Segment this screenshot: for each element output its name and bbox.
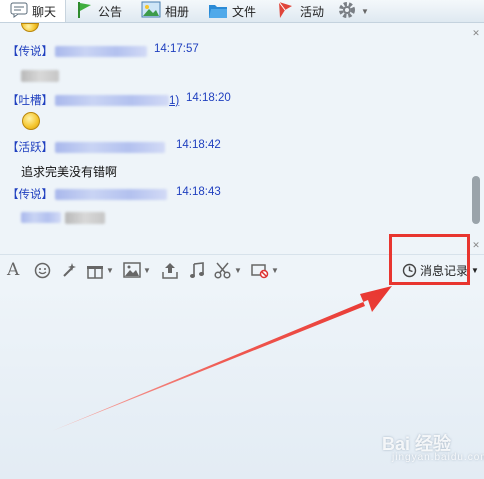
upload-icon [162, 262, 178, 279]
emoji-icon [22, 112, 40, 130]
pin-icon [276, 1, 296, 22]
photo-icon [141, 1, 161, 21]
emoji-icon [21, 23, 39, 32]
chat-history: 【传说】 14:17:57 【吐槽】 1) 14:18:20 【活跃】 14:18… [0, 23, 484, 254]
message-title-tag: 【吐槽】 [7, 95, 53, 107]
image-button[interactable]: ▼ [123, 261, 151, 279]
block-screen-icon [251, 263, 269, 278]
flag-icon [76, 1, 94, 22]
magic-button[interactable] [60, 261, 77, 279]
gear-icon [337, 0, 357, 23]
music-note-icon [190, 261, 204, 278]
message-title-tag: 【活跃】 [7, 142, 53, 154]
chevron-down-icon: ▼ [271, 265, 279, 275]
image-icon [123, 262, 141, 278]
scrollbar-thumb[interactable] [472, 176, 480, 224]
message-text [21, 210, 105, 224]
sender-name[interactable] [55, 46, 147, 58]
chevron-down-icon: ▼ [234, 265, 242, 275]
screenshot-button[interactable]: ▼ [214, 261, 242, 279]
message-text: 追求完美没有错啊 [21, 165, 118, 179]
emoji-button[interactable] [34, 261, 51, 279]
sender-link[interactable]: 1) [169, 95, 179, 107]
music-button[interactable] [189, 261, 205, 279]
message-time: 14:17:57 [154, 43, 199, 55]
block-button[interactable]: ▼ [251, 261, 279, 279]
message-title-tag: 【传说】 [7, 46, 53, 58]
message-sender: 【传说】 [7, 43, 147, 59]
message-time: 14:18:42 [176, 139, 221, 151]
collapse-icon[interactable]: ✕ [470, 240, 482, 250]
message-sender: 【吐槽】 1) [7, 92, 179, 108]
smiley-icon [34, 262, 51, 278]
highlight-box [389, 234, 470, 285]
message-sender: 【传说】 [7, 186, 167, 202]
font-button[interactable]: A [7, 260, 20, 280]
close-icon[interactable]: ✕ [470, 28, 482, 38]
watermark-url: jingyan.baidu.com [392, 452, 484, 463]
tab-chat-label: 聊天 [32, 4, 57, 19]
tab-announcement[interactable]: 公告 [76, 0, 122, 22]
font-icon: A [7, 260, 20, 280]
tab-bar: 聊天 公告 相册 文件 活动 ▼ [0, 0, 484, 23]
tab-activity-label: 活动 [300, 4, 325, 19]
tab-files[interactable]: 文件 [208, 0, 256, 22]
chevron-down-icon: ▼ [361, 6, 369, 16]
settings-dropdown[interactable]: ▼ [337, 0, 369, 22]
chat-scrollbar[interactable]: ✕ ✕ [470, 24, 482, 252]
message-title-tag: 【传说】 [7, 189, 53, 201]
chevron-down-icon: ▼ [106, 265, 114, 275]
sender-name[interactable] [55, 142, 165, 154]
tab-album[interactable]: 相册 [141, 0, 189, 22]
message-sender: 【活跃】 [7, 139, 165, 155]
chat-bubble-icon [10, 2, 28, 21]
chevron-down-icon: ▼ [471, 265, 479, 275]
sender-name[interactable] [55, 95, 169, 107]
scissors-icon [214, 262, 231, 279]
folder-icon [208, 1, 228, 22]
tab-chat[interactable]: 聊天 [0, 0, 66, 22]
tab-album-label: 相册 [165, 4, 190, 19]
tab-files-label: 文件 [232, 4, 257, 19]
sender-name[interactable] [55, 189, 167, 201]
magic-wand-icon [63, 262, 76, 277]
gift-button[interactable]: ▼ [86, 261, 114, 279]
message-text [21, 68, 59, 82]
tab-activity[interactable]: 活动 [276, 0, 324, 22]
message-time: 14:18:43 [176, 186, 221, 198]
gift-icon [87, 265, 103, 279]
chevron-down-icon: ▼ [143, 265, 151, 275]
upload-button[interactable] [162, 261, 178, 279]
tab-announcement-label: 公告 [98, 4, 123, 19]
message-time: 14:18:20 [186, 92, 231, 104]
